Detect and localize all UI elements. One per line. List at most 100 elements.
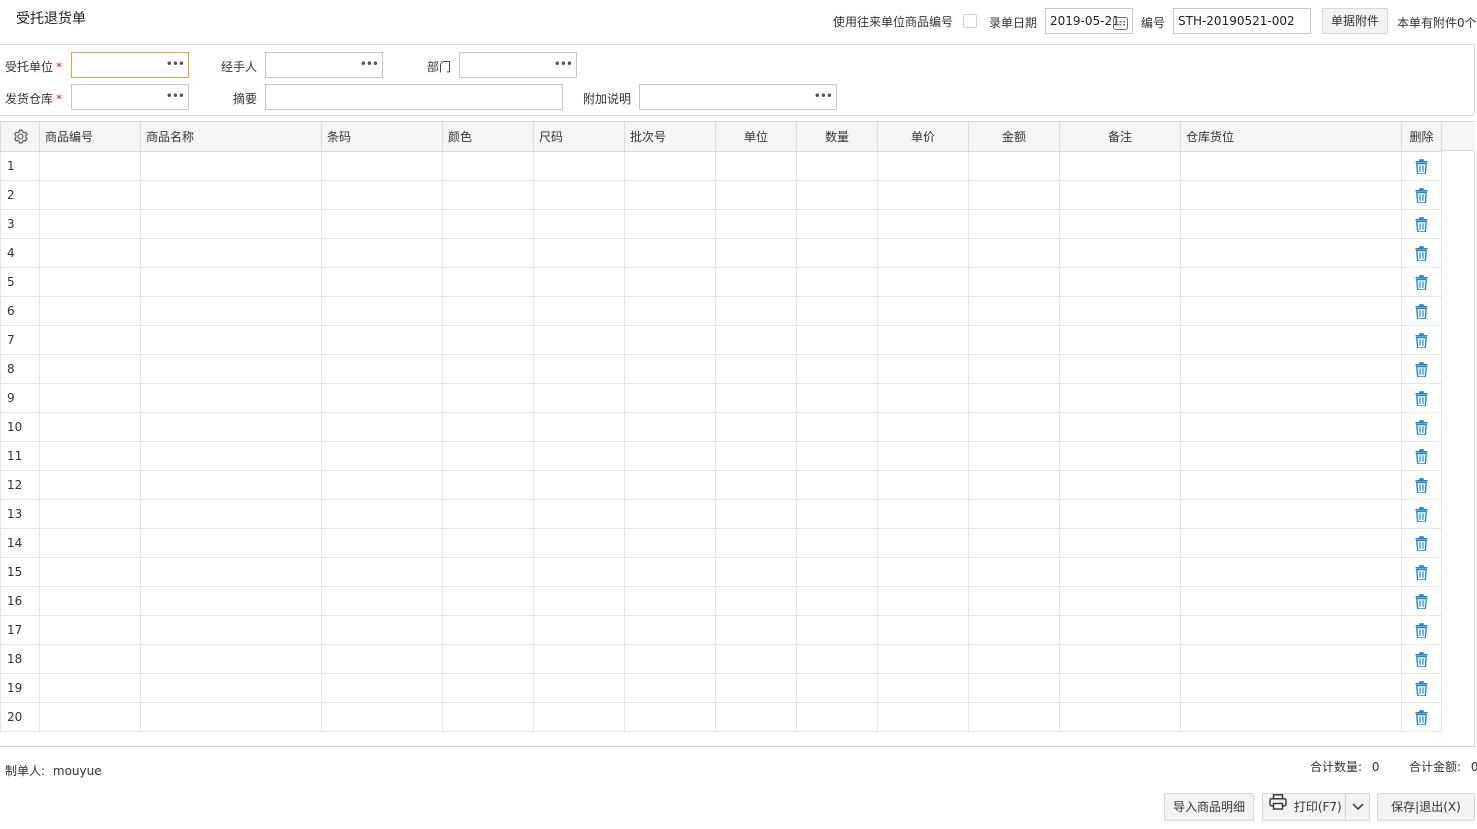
grid-cell[interactable] xyxy=(140,441,322,471)
grid-cell[interactable] xyxy=(877,557,969,587)
trash-icon[interactable] xyxy=(1415,274,1428,291)
grid-cell[interactable] xyxy=(796,180,878,210)
grid-cell[interactable] xyxy=(968,644,1060,674)
grid-cell[interactable] xyxy=(140,354,322,384)
grid-cell[interactable] xyxy=(39,528,141,558)
grid-cell[interactable] xyxy=(442,267,534,297)
grid-cell[interactable] xyxy=(533,557,625,587)
grid-cell[interactable] xyxy=(1180,383,1402,413)
grid-cell[interactable] xyxy=(1059,209,1181,239)
number-field[interactable]: STH-20190521-002 xyxy=(1173,8,1311,34)
grid-cell[interactable] xyxy=(39,209,141,239)
grid-cell[interactable] xyxy=(321,615,443,645)
grid-cell[interactable] xyxy=(1059,267,1181,297)
use-partner-code-checkbox[interactable] xyxy=(963,14,977,28)
grid-cell[interactable] xyxy=(533,441,625,471)
grid-cell[interactable] xyxy=(624,325,716,355)
col-product-code[interactable]: 商品编号 xyxy=(39,121,141,152)
grid-cell[interactable] xyxy=(796,528,878,558)
grid-cell[interactable] xyxy=(715,267,797,297)
grid-cell[interactable] xyxy=(968,238,1060,268)
grid-cell[interactable] xyxy=(533,209,625,239)
grid-cell[interactable] xyxy=(533,673,625,703)
grid-cell[interactable] xyxy=(1180,586,1402,616)
grid-cell[interactable] xyxy=(533,325,625,355)
attachment-button[interactable]: 单据附件 xyxy=(1322,8,1388,34)
trash-icon[interactable] xyxy=(1415,506,1428,523)
grid-cell[interactable] xyxy=(140,151,322,181)
grid-cell[interactable] xyxy=(796,673,878,703)
grid-cell[interactable] xyxy=(796,557,878,587)
grid-cell[interactable] xyxy=(533,296,625,326)
grid-cell[interactable] xyxy=(796,267,878,297)
grid-cell[interactable] xyxy=(968,470,1060,500)
grid-cell[interactable] xyxy=(877,499,969,529)
grid-cell[interactable] xyxy=(1059,499,1181,529)
grid-cell[interactable] xyxy=(442,586,534,616)
grid-cell[interactable] xyxy=(321,325,443,355)
grid-cell[interactable] xyxy=(442,615,534,645)
grid-cell[interactable] xyxy=(442,238,534,268)
grid-cell[interactable] xyxy=(321,586,443,616)
grid-cell[interactable] xyxy=(715,180,797,210)
grid-cell[interactable] xyxy=(796,238,878,268)
grid-cell[interactable] xyxy=(140,528,322,558)
grid-cell[interactable] xyxy=(533,528,625,558)
grid-cell[interactable] xyxy=(39,151,141,181)
grid-cell[interactable] xyxy=(968,151,1060,181)
grid-cell[interactable] xyxy=(442,296,534,326)
grid-cell[interactable] xyxy=(796,644,878,674)
grid-cell[interactable] xyxy=(533,238,625,268)
col-product-name[interactable]: 商品名称 xyxy=(140,121,322,152)
grid-cell[interactable] xyxy=(442,499,534,529)
col-color[interactable]: 颜色 xyxy=(442,121,534,152)
trash-icon[interactable] xyxy=(1415,535,1428,552)
grid-cell[interactable] xyxy=(140,499,322,529)
grid-cell[interactable] xyxy=(715,209,797,239)
grid-cell[interactable] xyxy=(968,267,1060,297)
handler-field[interactable]: ••• xyxy=(265,52,383,78)
grid-cell[interactable] xyxy=(715,586,797,616)
grid-cell[interactable] xyxy=(321,180,443,210)
gear-icon[interactable] xyxy=(12,129,29,144)
trash-icon[interactable] xyxy=(1415,361,1428,378)
grid-cell[interactable] xyxy=(1059,586,1181,616)
grid-cell[interactable] xyxy=(877,267,969,297)
grid-cell[interactable] xyxy=(533,615,625,645)
grid-cell[interactable] xyxy=(796,209,878,239)
grid-cell[interactable] xyxy=(877,180,969,210)
grid-cell[interactable] xyxy=(1059,528,1181,558)
trash-icon[interactable] xyxy=(1415,187,1428,204)
grid-cell[interactable] xyxy=(140,586,322,616)
import-products-button[interactable]: 导入商品明细 xyxy=(1164,793,1254,821)
grid-cell[interactable] xyxy=(39,325,141,355)
grid-cell[interactable] xyxy=(39,238,141,268)
grid-cell[interactable] xyxy=(624,586,716,616)
grid-cell[interactable] xyxy=(140,470,322,500)
grid-cell[interactable] xyxy=(715,296,797,326)
grid-cell[interactable] xyxy=(1059,325,1181,355)
grid-cell[interactable] xyxy=(624,151,716,181)
grid-cell[interactable] xyxy=(1059,238,1181,268)
summary-field[interactable] xyxy=(265,84,563,110)
grid-cell[interactable] xyxy=(624,528,716,558)
grid-cell[interactable] xyxy=(1059,180,1181,210)
grid-cell[interactable] xyxy=(442,412,534,442)
grid-cell[interactable] xyxy=(624,499,716,529)
grid-cell[interactable] xyxy=(442,180,534,210)
grid-cell[interactable] xyxy=(877,644,969,674)
trash-icon[interactable] xyxy=(1415,390,1428,407)
grid-cell[interactable] xyxy=(442,557,534,587)
trash-icon[interactable] xyxy=(1415,332,1428,349)
grid-cell[interactable] xyxy=(624,412,716,442)
grid-cell[interactable] xyxy=(796,586,878,616)
grid-cell[interactable] xyxy=(1180,528,1402,558)
trash-icon[interactable] xyxy=(1415,651,1428,668)
grid-cell[interactable] xyxy=(533,151,625,181)
grid-cell[interactable] xyxy=(321,151,443,181)
grid-cell[interactable] xyxy=(796,383,878,413)
col-storage-location[interactable]: 仓库货位 xyxy=(1180,121,1402,152)
grid-cell[interactable] xyxy=(968,615,1060,645)
grid-cell[interactable] xyxy=(321,441,443,471)
grid-cell[interactable] xyxy=(715,615,797,645)
